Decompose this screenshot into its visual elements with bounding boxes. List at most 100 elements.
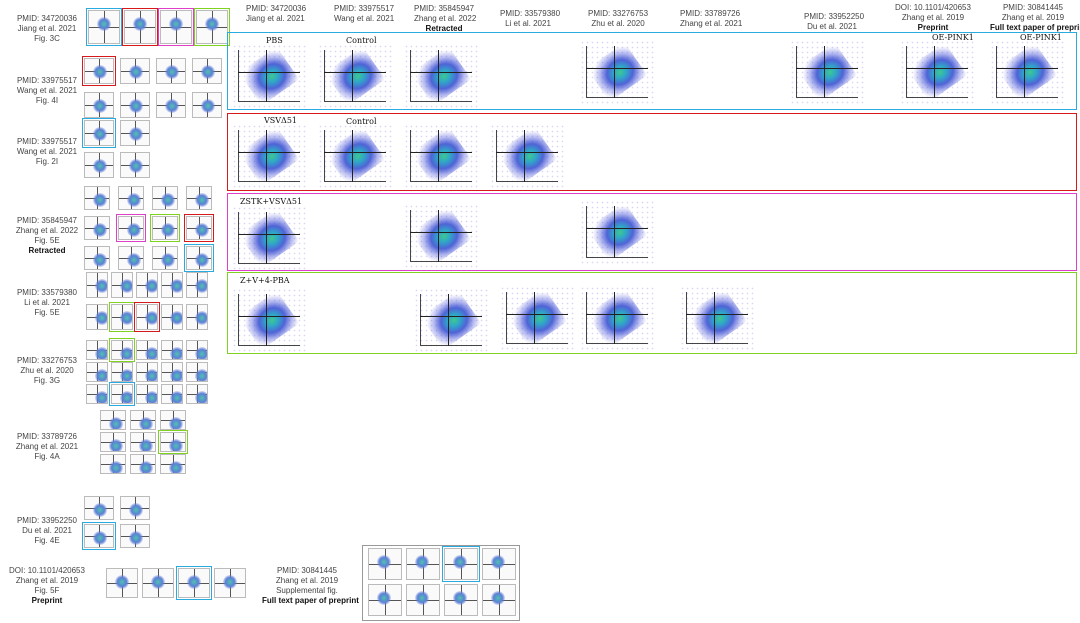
thumbnail-plot [84,216,110,240]
thumbnail-plot [84,246,110,270]
thumbnail-plot [160,432,186,452]
top-header-5: PMID: 33276753 Zhu et al. 2020 [588,9,649,28]
bottom-label: PMID: 30841445 Zhang et al. 2019 Supplemen… [262,566,359,605]
flow-plot [414,288,488,352]
thumbnail-plot [192,92,222,118]
thumbnail-plot [120,152,150,178]
thumbnail-plot [84,186,110,210]
thumbnail-plot [120,120,150,146]
thumbnail-plot [111,272,133,298]
thumbnail-plot [186,246,212,270]
top-header-4: PMID: 33579380 Li et al. 2021 [500,9,561,28]
flow-plot [404,44,478,108]
thumbnail-plot [120,496,150,520]
thumbnail-plot [186,272,208,298]
thumbnail-plot [214,568,246,598]
thumbnail-plot [136,362,158,382]
left-label-6: PMID: 33276753 Zhu et al. 2020 Fig. 3G [16,356,78,385]
thumbnail-plot [111,304,133,330]
flow-plot [232,44,306,108]
thumbnail-plot [178,568,210,598]
thumbnail-plot [84,58,114,84]
top-header-1: PMID: 34720036 Jiang et al. 2021 [246,4,307,23]
thumbnail-plot [88,10,120,44]
flow-plot [318,124,392,188]
thumbnail-plot [161,272,183,298]
flow-plot [232,124,306,188]
thumbnail-plot [136,384,158,404]
left-label-7: PMID: 33789726 Zhang et al. 2021 Fig. 4A [15,432,79,461]
thumbnail-plot [186,186,212,210]
flow-plot [790,40,864,104]
thumbnail-plot [111,340,133,360]
flow-plot [232,206,306,270]
panel-title-zstk: ZSTK+VSVΔ51 [240,197,303,206]
thumbnail-plot [130,432,156,452]
flow-plot [990,40,1064,104]
thumbnail-plot [186,216,212,240]
left-label-8: PMID: 33952250 Du et al. 2021 Fig. 4E [16,516,78,545]
flow-plot [404,204,478,268]
thumbnail-plot [118,216,144,240]
left-label-5: PMID: 33579380 Li et al. 2021 Fig. 5E [16,288,78,317]
thumbnail-plot [100,432,126,452]
flow-plot [580,286,654,350]
bottom-source-figure [362,545,520,621]
left-label-2: PMID: 33975517 Wang et al. 2021 Fig. 4I [16,76,78,105]
top-header-3: PMID: 35845947 Zhang et al. 2022 Retracted [414,4,477,33]
thumbnail-plot [100,410,126,430]
thumbnail-plot [118,246,144,270]
thumbnail-plot [161,384,183,404]
flow-plot [900,40,974,104]
top-header-6: PMID: 33789726 Zhang et al. 2021 [680,9,743,28]
thumbnail-plot [86,304,108,330]
thumbnail-plot [152,246,178,270]
thumbnail-plot [86,362,108,382]
thumbnail-plot [84,120,114,146]
flow-plot [580,40,654,104]
thumbnail-plot [86,384,108,404]
flow-plot [318,44,392,108]
thumbnail-plot [120,58,150,84]
thumbnail-plot [84,152,114,178]
thumbnail-plot [130,454,156,474]
left-label-4: PMID: 35845947 Zhang et al. 2022 Fig. 5E Re… [15,216,79,255]
thumbnail-plot [86,340,108,360]
thumbnail-plot [192,58,222,84]
left-label-9: DOI: 10.1101/420653 Zhang et al. 2019 Fig.… [9,566,85,605]
thumbnail-plot [136,304,158,330]
left-label-1: PMID: 34720036 Jiang et al. 2021 Fig. 3C [16,14,78,43]
thumbnail-plot [156,58,186,84]
thumbnail-plot [161,304,183,330]
thumbnail-plot [152,216,178,240]
thumbnail-plot [156,92,186,118]
thumbnail-plot [118,186,144,210]
thumbnail-plot [120,524,150,548]
thumbnail-plot [160,454,186,474]
thumbnail-plot [84,92,114,118]
thumbnail-plot [100,454,126,474]
thumbnail-plot [84,524,114,548]
thumbnail-plot [120,92,150,118]
flow-plot [490,124,564,188]
flow-plot [404,124,478,188]
flow-plot [500,286,574,350]
thumbnail-plot [124,10,156,44]
thumbnail-plot [142,568,174,598]
thumbnail-plot [161,362,183,382]
thumbnail-plot [160,410,186,430]
thumbnail-plot [86,272,108,298]
thumbnail-plot [136,340,158,360]
flow-plot [680,286,754,350]
flow-plot [232,288,306,352]
top-header-8: DOI: 10.1101/420653 Zhang et al. 2019 Prep… [895,3,971,32]
flow-plot [580,200,654,264]
thumbnail-plot [130,410,156,430]
thumbnail-plot [111,362,133,382]
panel-title-zv4pba: Z+V+4-PBA [240,276,290,285]
thumbnail-plot [196,10,228,44]
left-label-3: PMID: 33975517 Wang et al. 2021 Fig. 2I [16,137,78,166]
thumbnail-plot [106,568,138,598]
thumbnail-plot [136,272,158,298]
thumbnail-plot [161,340,183,360]
